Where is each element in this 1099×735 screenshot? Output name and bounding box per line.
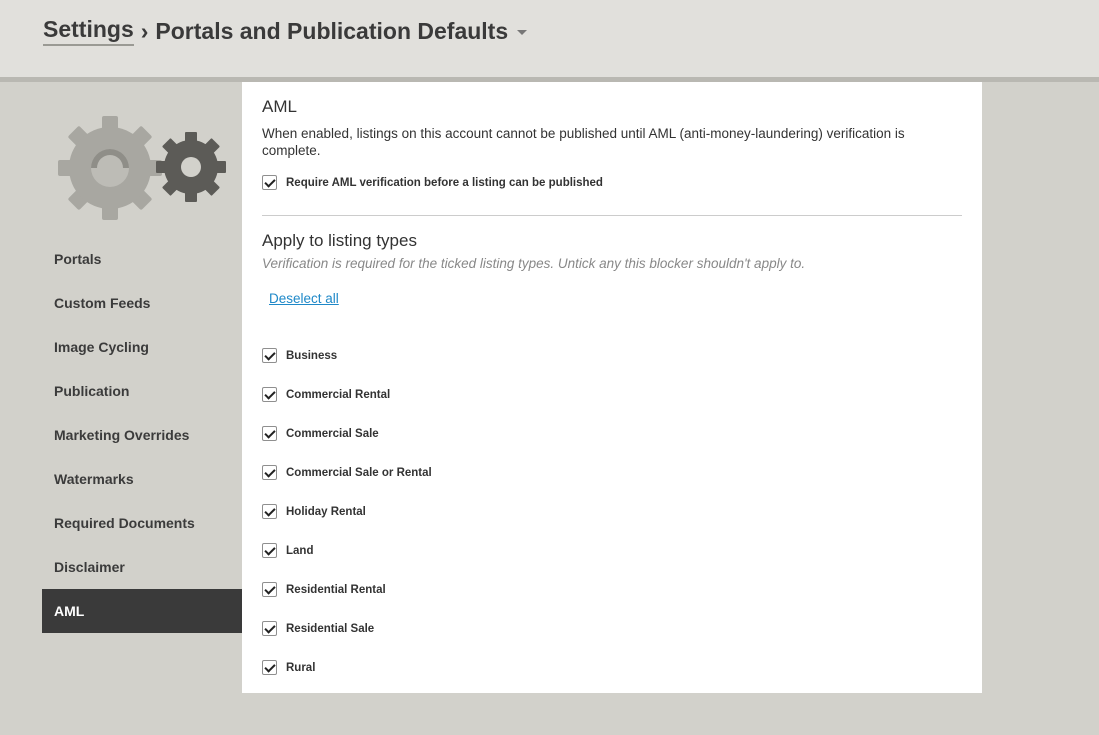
sidebar-item-image-cycling[interactable]: Image Cycling — [42, 325, 242, 369]
gears-icon — [58, 116, 226, 220]
listing-type-checkbox[interactable] — [262, 660, 277, 675]
listing-type-holiday-rental[interactable]: Holiday Rental — [262, 492, 432, 531]
sidebar-item-custom-feeds[interactable]: Custom Feeds — [42, 281, 242, 325]
listing-type-label: Business — [286, 349, 338, 362]
require-aml-option[interactable]: Require AML verification before a listin… — [262, 175, 603, 190]
listing-type-land[interactable]: Land — [262, 531, 432, 570]
listing-type-label: Commercial Sale — [286, 427, 379, 440]
chevron-down-icon[interactable] — [517, 29, 528, 35]
listing-type-rural[interactable]: Rural — [262, 648, 432, 687]
listing-type-label: Residential Sale — [286, 622, 375, 635]
page-title[interactable]: Portals and Publication Defaults — [155, 18, 508, 45]
section-title-aml: AML — [262, 97, 297, 116]
listing-type-checkbox[interactable] — [262, 621, 277, 636]
sidebar-item-portals[interactable]: Portals — [42, 237, 242, 281]
sidebar-item-disclaimer[interactable]: Disclaimer — [42, 545, 242, 589]
require-aml-checkbox[interactable] — [262, 175, 277, 190]
listing-type-label: Rural — [286, 661, 316, 674]
listing-type-label: Residential Rental — [286, 583, 386, 596]
listing-type-checkbox[interactable] — [262, 465, 277, 480]
section-title-listing-types: Apply to listing types — [262, 231, 417, 250]
sidebar-item-watermarks[interactable]: Watermarks — [42, 457, 242, 501]
require-aml-label: Require AML verification before a listin… — [286, 176, 603, 189]
listing-type-commercial-sale[interactable]: Commercial Sale — [262, 414, 432, 453]
listing-type-residential-rental[interactable]: Residential Rental — [262, 570, 432, 609]
listing-type-label: Land — [286, 544, 314, 557]
page-header: Settings › Portals and Publication Defau… — [0, 0, 1099, 82]
aml-settings-panel: AML When enabled, listings on this accou… — [242, 82, 982, 693]
listing-type-label: Holiday Rental — [286, 505, 366, 518]
listing-type-checkbox[interactable] — [262, 348, 277, 363]
listing-type-checkbox[interactable] — [262, 426, 277, 441]
listing-type-residential-sale[interactable]: Residential Sale — [262, 609, 432, 648]
sidebar-item-aml[interactable]: AML — [42, 589, 242, 633]
listing-types-hint: Verification is required for the ticked … — [262, 256, 806, 271]
aml-description: When enabled, listings on this account c… — [262, 126, 905, 158]
sidebar-item-publication[interactable]: Publication — [42, 369, 242, 413]
deselect-all-link[interactable]: Deselect all — [269, 291, 339, 306]
section-divider — [262, 215, 962, 216]
listing-type-commercial-rental[interactable]: Commercial Rental — [262, 375, 432, 414]
listing-type-checkbox[interactable] — [262, 387, 277, 402]
listing-type-list: Business Commercial Rental Commercial Sa… — [242, 336, 432, 687]
listing-type-label: Commercial Rental — [286, 388, 391, 401]
listing-type-checkbox[interactable] — [262, 543, 277, 558]
breadcrumb-separator: › — [140, 17, 149, 44]
sidebar-item-required-documents[interactable]: Required Documents — [42, 501, 242, 545]
settings-sidebar: Portals Custom Feeds Image Cycling Publi… — [42, 237, 242, 633]
listing-type-checkbox[interactable] — [262, 582, 277, 597]
listing-type-checkbox[interactable] — [262, 504, 277, 519]
listing-type-business[interactable]: Business — [262, 336, 432, 375]
listing-type-label: Commercial Sale or Rental — [286, 466, 432, 479]
listing-type-commercial-sale-or-rental[interactable]: Commercial Sale or Rental — [262, 453, 432, 492]
breadcrumb: Settings › Portals and Publication Defau… — [43, 16, 528, 46]
sidebar-item-marketing-overrides[interactable]: Marketing Overrides — [42, 413, 242, 457]
breadcrumb-settings-link[interactable]: Settings — [43, 16, 134, 46]
